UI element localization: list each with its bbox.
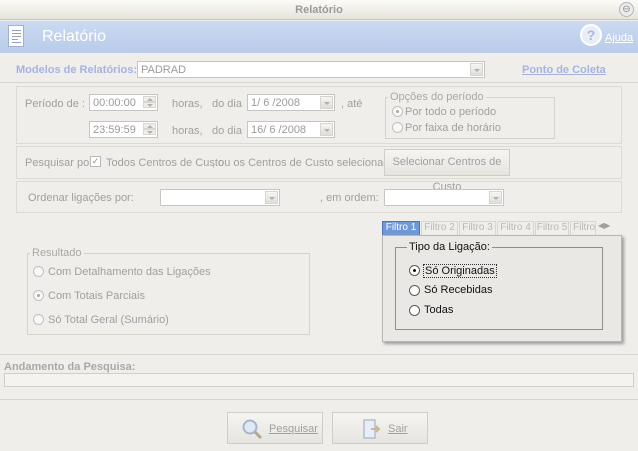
chevron-right-icon[interactable]: ▶	[604, 221, 610, 230]
result-legend: Resultado	[30, 247, 84, 259]
close-icon[interactable]: ⊖	[619, 2, 634, 17]
page-title: Relatório	[42, 28, 107, 45]
grand-total-label: Só Total Geral (Sumário)	[48, 314, 169, 326]
divider	[0, 399, 638, 400]
start-time-value: 00:00:00	[93, 97, 136, 109]
models-select-value: PADRAD	[141, 64, 187, 76]
chevron-down-icon[interactable]	[320, 123, 333, 136]
tab-filter-1[interactable]: Filtro 1	[382, 221, 420, 235]
partial-totals-radio[interactable]	[33, 290, 44, 301]
period-range-label: Por faixa de horário	[405, 122, 501, 134]
originated-label: Só Originadas	[423, 264, 497, 278]
hours-label: horas,	[172, 98, 203, 110]
received-label: Só Recebidas	[424, 284, 493, 296]
until-label: , até	[341, 98, 363, 110]
period-full-radio[interactable]	[392, 106, 403, 117]
progress-bar	[4, 373, 634, 387]
all-calls-radio[interactable]	[409, 305, 420, 316]
tab-filter-4[interactable]: Filtro 4	[497, 221, 534, 235]
page-header: Relatório ? Ajuda	[0, 21, 638, 53]
tab-scroll-arrows[interactable]: ◀▶	[598, 221, 620, 233]
select-cost-centers-button[interactable]: Selecionar Centros de Custo	[384, 149, 510, 193]
exit-door-icon	[363, 419, 381, 439]
window-title: Relatório	[295, 4, 343, 16]
grand-total-radio[interactable]	[33, 314, 44, 325]
tab-filter-3[interactable]: Filtro 3	[459, 221, 496, 235]
magnifier-icon	[242, 419, 263, 440]
chevron-down-icon[interactable]	[320, 96, 333, 109]
progress-label: Andamento da Pesquisa:	[4, 361, 136, 373]
partial-totals-label: Com Totais Parciais	[48, 290, 145, 302]
day-label: do dia	[212, 125, 242, 137]
period-options-legend: Opções do período	[388, 91, 486, 103]
day-label: do dia	[212, 98, 242, 110]
selected-centers-label: , ou os Centros de Custo selecionados:	[212, 157, 405, 169]
report-document-icon	[8, 25, 24, 47]
order-by-label: Ordenar ligações por:	[28, 192, 134, 204]
help-icon[interactable]: ?	[580, 24, 602, 46]
start-time-input[interactable]: 00:00:00	[89, 94, 158, 111]
tab-filter-2[interactable]: Filtro 2	[421, 221, 458, 235]
exit-button[interactable]: Sair	[332, 412, 428, 444]
filter-panel: Tipo da Ligação: Só Originadas Só Recebi…	[382, 235, 622, 342]
start-date-value: 1/ 6 /2008	[251, 97, 300, 109]
order-direction-label: , em ordem:	[320, 192, 379, 204]
chevron-down-icon[interactable]	[265, 191, 278, 204]
detail-radio[interactable]	[33, 266, 44, 277]
search-button-label: Pesquisar	[269, 423, 318, 435]
order-by-select[interactable]	[160, 189, 280, 206]
detail-label: Com Detalhamento das Ligações	[48, 266, 211, 278]
received-radio[interactable]	[409, 285, 420, 296]
all-centers-checkbox[interactable]: ✓	[90, 156, 101, 167]
end-date-value: 16/ 6 /2008	[251, 124, 307, 136]
models-select[interactable]: PADRAD	[137, 61, 485, 78]
period-full-label: Por todo o período	[405, 106, 497, 118]
end-date-picker[interactable]: 16/ 6 /2008	[247, 121, 335, 138]
window-titlebar: Relatório ⊖	[0, 0, 638, 20]
order-direction-select[interactable]	[384, 189, 504, 206]
time-stepper[interactable]	[143, 96, 156, 109]
all-centers-label: Todos Centros de Custo	[106, 157, 225, 169]
period-label: Período de :	[25, 98, 85, 110]
chevron-down-icon[interactable]	[470, 63, 483, 76]
call-type-legend: Tipo da Ligação:	[407, 241, 492, 253]
tab-filter-5[interactable]: Filtro 5	[535, 221, 569, 235]
divider	[0, 354, 638, 355]
chevron-down-icon[interactable]	[489, 191, 502, 204]
originated-radio[interactable]	[409, 265, 420, 276]
hours-label: horas,	[172, 125, 203, 137]
search-label: Pesquisar por:	[25, 157, 96, 169]
period-range-radio[interactable]	[392, 122, 403, 133]
collection-point-link[interactable]: Ponto de Coleta	[522, 64, 606, 76]
end-time-input[interactable]: 23:59:59	[89, 121, 158, 138]
time-stepper[interactable]	[143, 123, 156, 136]
search-button[interactable]: Pesquisar	[227, 412, 323, 444]
tab-filter-6[interactable]: Filtro 6	[570, 221, 596, 235]
start-date-picker[interactable]: 1/ 6 /2008	[247, 94, 335, 111]
models-label: Modelos de Relatórios:	[16, 64, 138, 76]
help-link[interactable]: Ajuda	[605, 32, 633, 44]
end-time-value: 23:59:59	[93, 124, 136, 136]
exit-button-label: Sair	[388, 423, 408, 435]
divider	[0, 82, 638, 83]
all-calls-label: Todas	[424, 304, 454, 316]
